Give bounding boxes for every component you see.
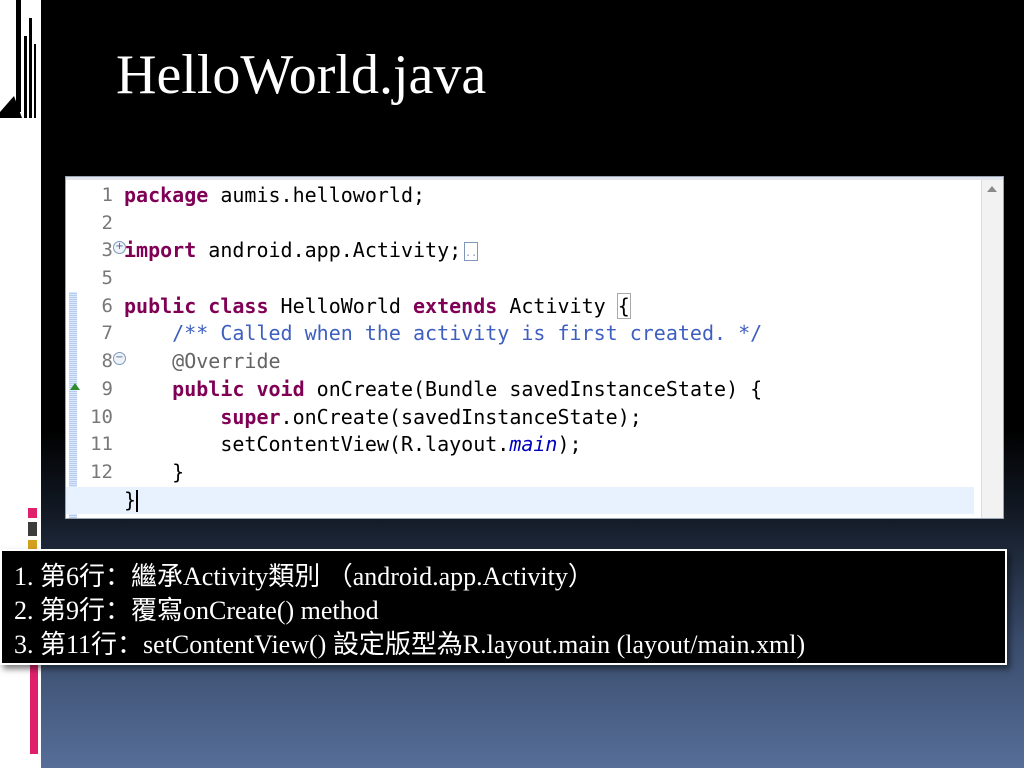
scroll-up-icon[interactable]: [987, 186, 997, 192]
line-number: 12: [90, 460, 113, 483]
keyword: public: [124, 293, 197, 318]
code-line-13: }: [66, 486, 974, 515]
code-line-6: public class HelloWorld extends Activity…: [124, 292, 974, 321]
code-line-11: setContentView(R.layout.main);: [124, 431, 974, 459]
code-line-9: public void onCreate(Bundle savedInstanc…: [124, 376, 974, 404]
keyword: public: [172, 376, 245, 401]
overview-ruler: [66, 180, 81, 518]
keyword: extends: [413, 293, 498, 318]
text-caret: [136, 490, 139, 513]
keyword: package: [124, 183, 209, 207]
line-number: 3: [101, 239, 113, 262]
note-item: 3. 第11行：setContentView() 設定版型為R.layout.m…: [14, 630, 806, 659]
code-editor[interactable]: 1 2 3 5 6 7 8 9 10 11 12 13 + − package …: [66, 177, 1003, 518]
accent-pink-bar: [30, 665, 38, 754]
field-reference: main: [509, 432, 558, 457]
override-marker-icon[interactable]: [70, 383, 80, 390]
code-text: HelloWorld: [268, 293, 414, 318]
code-line-3: import android.app.Activity;..: [124, 237, 974, 265]
matching-brace: {: [616, 292, 631, 319]
code-text: }: [124, 487, 137, 512]
line-number: 7: [101, 322, 113, 345]
keyword: class: [208, 293, 269, 318]
code-text: onCreate(Bundle savedInstanceState) {: [304, 376, 763, 401]
line-number: 6: [101, 294, 113, 317]
code-area[interactable]: package aumis.helloworld; import android…: [66, 182, 974, 515]
decorative-lines-graphic: [0, 0, 36, 118]
notes-box: 1. 第6行：繼承Activity類別 （android.app.Activit…: [0, 549, 1007, 665]
accent-dark-square: [28, 522, 37, 536]
line-number: 1: [101, 184, 113, 206]
collapsed-imports-marker[interactable]: ..: [464, 242, 479, 262]
accent-pink-square: [28, 508, 37, 518]
code-line-12: }: [124, 459, 185, 484]
code-text: .onCreate(savedInstanceState);: [280, 404, 642, 429]
keyword: super: [220, 404, 281, 429]
note-item: 2. 第9行：覆寫onCreate() method: [14, 596, 379, 625]
line-number: 9: [101, 377, 113, 400]
code-line-8: @Override: [124, 349, 281, 374]
line-number: 10: [90, 405, 113, 428]
line-number: 8: [101, 350, 113, 373]
line-number: 5: [101, 267, 113, 290]
code-line-10: super.onCreate(savedInstanceState);: [124, 404, 974, 432]
code-text: Activity: [497, 293, 618, 318]
vertical-scrollbar[interactable]: [981, 180, 1003, 518]
editor-top-border: [66, 177, 1003, 180]
code-text: android.app.Activity;: [196, 238, 462, 263]
code-text: setContentView(R.layout.: [124, 432, 510, 457]
keyword: void: [256, 376, 305, 401]
line-number: 11: [90, 433, 113, 456]
code-line-7: /** Called when the activity is first cr…: [124, 321, 763, 346]
ruler-highlight-strip: [69, 292, 77, 518]
code-text: );: [557, 432, 582, 457]
slide-title: HelloWorld.java: [116, 44, 487, 106]
code-text: aumis.helloworld;: [208, 183, 426, 207]
note-item: 1. 第6行：繼承Activity類別 （android.app.Activit…: [14, 562, 594, 591]
line-number: 2: [101, 211, 113, 234]
code-line-1: package aumis.helloworld;: [124, 182, 974, 210]
line-numbers: 1 2 3 5 6 7 8 9 10 11 12 13: [81, 182, 113, 514]
keyword: import: [124, 238, 197, 263]
